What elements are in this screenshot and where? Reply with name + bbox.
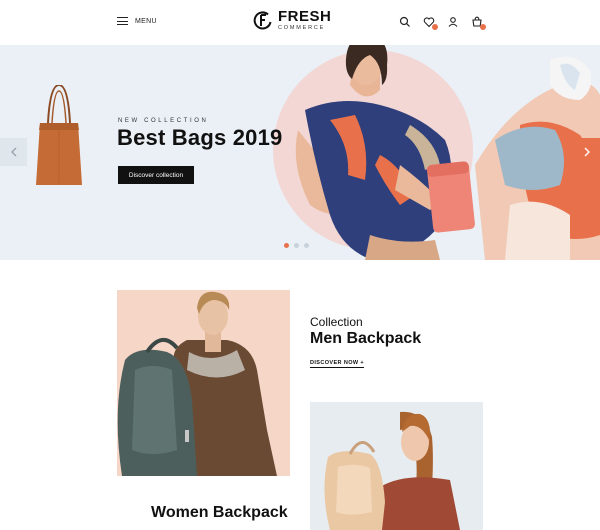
slider-next-button[interactable] [573, 138, 600, 166]
slider-prev-button[interactable] [0, 138, 27, 166]
slider-dot[interactable] [294, 243, 299, 248]
menu-button[interactable]: MENU [117, 17, 157, 25]
site-header: MENU FRESH COMMERCE [0, 0, 600, 45]
heart-icon[interactable] [423, 16, 438, 30]
hero-slider: NEW COLLECTION Best Bags 2019 Discover c… [0, 45, 600, 260]
hamburger-icon [117, 17, 128, 25]
men-collection-title[interactable]: Men Backpack [310, 330, 421, 348]
women-collection-subtitle [214, 524, 294, 527]
slider-dot[interactable] [304, 243, 309, 248]
men-backpack-image[interactable] [117, 290, 290, 476]
logo-mark-icon [253, 11, 272, 30]
discover-collection-button[interactable]: Discover collection [118, 166, 194, 184]
women-collection-title[interactable]: Women Backpack [151, 504, 288, 522]
cart-icon[interactable] [471, 16, 486, 30]
cart-badge [480, 24, 486, 30]
logo-subtitle: COMMERCE [278, 25, 326, 31]
chevron-left-icon [10, 147, 16, 157]
hero-title: Best Bags 2019 [117, 125, 283, 150]
hero-eyebrow: NEW COLLECTION [118, 118, 209, 124]
collection-label: Collection [310, 315, 363, 329]
chevron-right-icon [584, 147, 590, 157]
women-backpack-image[interactable] [310, 402, 483, 530]
women-model-illustration [324, 411, 460, 530]
site-logo[interactable]: FRESH COMMERCE [253, 9, 331, 32]
hero-model-image [295, 45, 600, 260]
search-icon[interactable] [399, 16, 411, 28]
slider-dots [284, 243, 309, 248]
discover-now-link[interactable]: DISCOVER NOW + [310, 360, 365, 368]
user-icon[interactable] [447, 16, 459, 28]
wishlist-badge [432, 24, 438, 30]
men-model-illustration [117, 291, 277, 476]
tote-bag-image [36, 85, 82, 185]
slider-dot[interactable] [284, 243, 289, 248]
menu-label: MENU [135, 17, 157, 25]
logo-name: FRESH [278, 8, 332, 25]
